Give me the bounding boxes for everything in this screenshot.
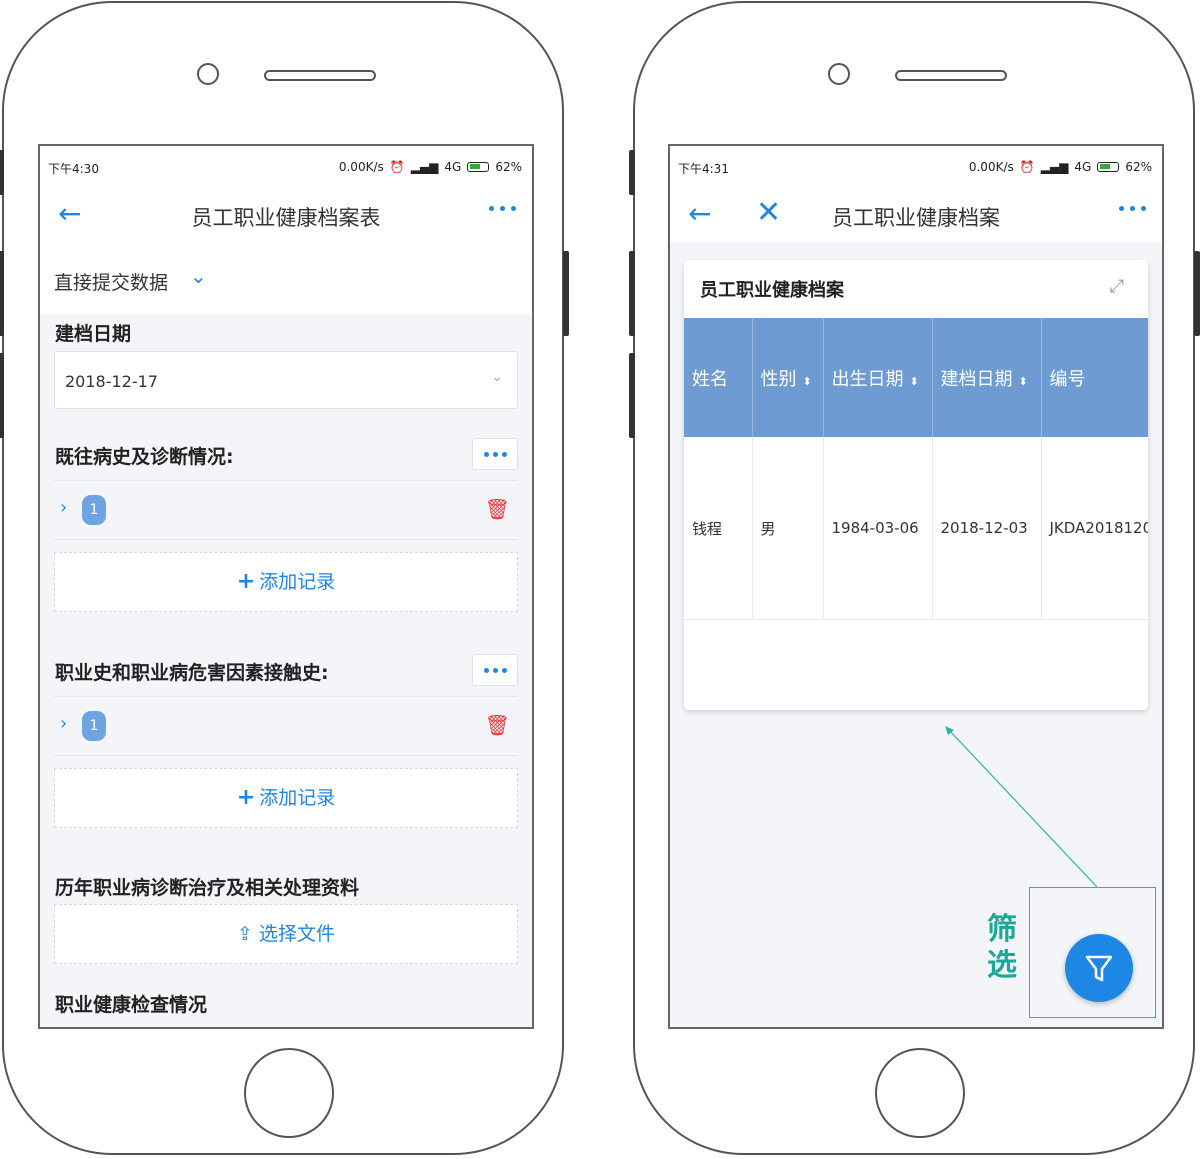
annotation-label: 筛 选 [987,912,1017,983]
annotation-arrow [945,726,1098,888]
annotation-highlight-box [1029,887,1156,1018]
